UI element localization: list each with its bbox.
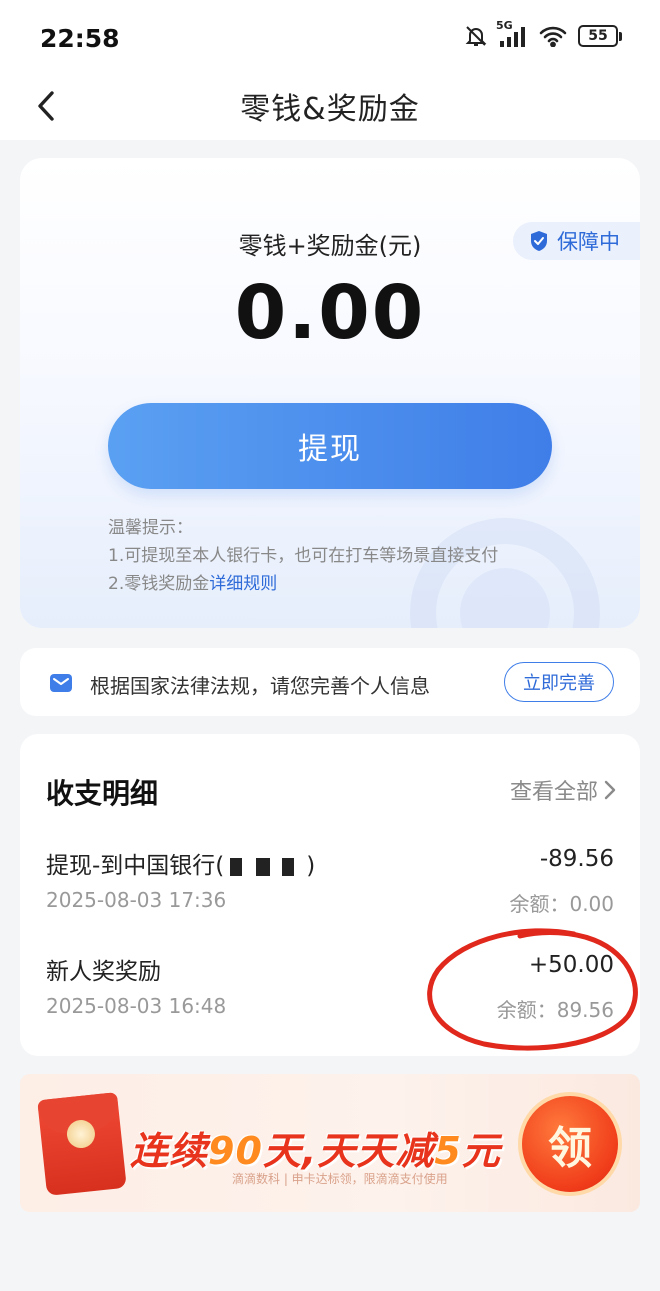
tip-2: 2.零钱奖励金详细规则 bbox=[108, 570, 498, 598]
claim-button[interactable]: 领 bbox=[518, 1092, 622, 1196]
tips-title: 温馨提示： bbox=[108, 518, 193, 538]
promo-banner[interactable]: 连续90天,天天减5元 滴滴数科 | 申卡达标领，限滴滴支付使用 领 bbox=[20, 1074, 640, 1212]
tips: 温馨提示： 1.可提现至本人银行卡，也可在打车等场景直接支付 2.零钱奖励金详细… bbox=[108, 514, 498, 598]
transaction-time: 2025-08-03 17:36 bbox=[46, 888, 227, 912]
balance-amount: 0.00 bbox=[234, 270, 426, 356]
tip-2-text: 2.零钱奖励金 bbox=[108, 574, 210, 594]
transaction-balance: 余额：89.56 bbox=[496, 998, 614, 1022]
promo-text-part: 连续 bbox=[130, 1129, 209, 1173]
status-icons: 5G 55 bbox=[464, 19, 622, 48]
transaction-name: 提现-到中国银行() bbox=[46, 846, 315, 880]
view-all-label: 查看全部 bbox=[509, 780, 598, 805]
balance-label: 零钱+奖励金(元) bbox=[238, 232, 422, 260]
network-type: 5G bbox=[496, 19, 513, 32]
promo-text-part: 天,天天减 bbox=[262, 1129, 435, 1173]
transaction-name: 新人奖奖励 bbox=[46, 959, 161, 985]
mail-icon bbox=[50, 674, 72, 696]
page-title: 零钱&奖励金 bbox=[240, 92, 420, 127]
status-bar: 22:58 5G 55 bbox=[0, 0, 660, 78]
tip-1: 1.可提现至本人银行卡，也可在打车等场景直接支付 bbox=[108, 546, 499, 566]
balance-card: 保障中 零钱+奖励金(元) 0.00 提现 温馨提示： 1.可提现至本人银行卡，… bbox=[20, 158, 640, 628]
transaction-row[interactable]: 提现-到中国银行() 2025-08-03 17:36 -89.56 余额：0.… bbox=[46, 846, 614, 936]
red-envelope-icon bbox=[37, 1092, 127, 1196]
wifi-icon bbox=[538, 25, 568, 47]
transactions-title: 收支明细 bbox=[46, 777, 159, 810]
transaction-row[interactable]: 新人奖奖励 2025-08-03 16:48 +50.00 余额：89.56 bbox=[46, 952, 614, 1042]
rules-link[interactable]: 详细规则 bbox=[209, 574, 277, 594]
status-time: 22:58 bbox=[40, 24, 120, 53]
battery-level: 55 bbox=[578, 25, 618, 47]
promo-days: 90 bbox=[208, 1129, 263, 1173]
info-notice-bar: 根据国家法律法规，请您完善个人信息 立即完善 bbox=[20, 648, 640, 716]
promo-text-part: 元 bbox=[461, 1129, 501, 1173]
transaction-time: 2025-08-03 16:48 bbox=[46, 994, 227, 1018]
promo-discount: 5 bbox=[434, 1129, 462, 1173]
promo-headline: 连续90天,天天减5元 bbox=[130, 1120, 501, 1175]
promo-subtext: 滴滴数科 | 申卡达标领，限滴滴支付使用 bbox=[232, 1172, 448, 1186]
transaction-amount: +50.00 bbox=[528, 952, 614, 978]
withdraw-button[interactable]: 提现 bbox=[108, 403, 552, 489]
mute-bell-icon bbox=[464, 24, 488, 48]
view-all-link[interactable]: 查看全部 bbox=[510, 774, 616, 806]
battery-icon: 55 bbox=[578, 25, 622, 47]
cellular-signal-icon: 5G bbox=[496, 19, 528, 47]
transaction-balance: 余额：0.00 bbox=[509, 892, 614, 916]
complete-info-button[interactable]: 立即完善 bbox=[504, 662, 614, 702]
masked-card-number bbox=[230, 857, 301, 876]
transaction-name-suffix: ) bbox=[306, 853, 316, 879]
notice-text: 根据国家法律法规，请您完善个人信息 bbox=[90, 674, 430, 698]
chevron-right-icon bbox=[604, 780, 616, 800]
transaction-name-text: 提现-到中国银行( bbox=[46, 853, 225, 879]
nav-bar: 零钱&奖励金 bbox=[0, 78, 660, 140]
transactions-card: 收支明细 查看全部 提现-到中国银行() 2025-08-03 17:36 -8… bbox=[20, 734, 640, 1056]
transaction-amount: -89.56 bbox=[539, 846, 614, 872]
